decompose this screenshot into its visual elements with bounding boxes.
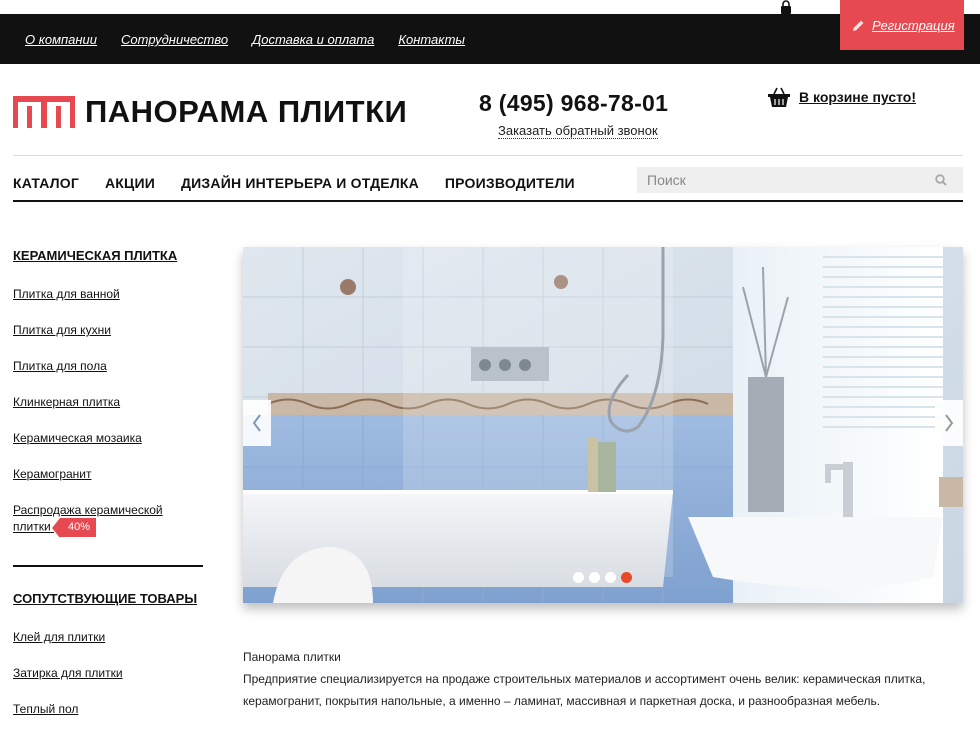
login-link[interactable]: Вход: [779, 0, 826, 14]
bathroom-slide-image: [243, 247, 963, 603]
search-input[interactable]: [637, 167, 963, 193]
slider-pagination: [573, 572, 632, 583]
sidebar-item-mosaic[interactable]: Керамическая мозаика: [13, 431, 208, 446]
discount-badge: 40%: [51, 518, 97, 538]
nav-promotions[interactable]: АКЦИИ: [105, 175, 155, 191]
slider-next-button[interactable]: [935, 400, 963, 446]
sidebar-item-tile-adhesive[interactable]: Клей для плитки: [13, 630, 208, 645]
sale-line-2: плитки: [13, 519, 51, 534]
sidebar-item-bathroom-tiles[interactable]: Плитка для ванной: [13, 287, 208, 302]
top-nav-partnership[interactable]: Сотрудничество: [121, 32, 228, 47]
chevron-right-icon: [945, 414, 954, 432]
sidebar-title-ceramic-tiles[interactable]: КЕРАМИЧЕСКАЯ ПЛИТКА: [13, 248, 208, 263]
sidebar-item-porcelain[interactable]: Керамогранит: [13, 467, 208, 482]
image-slider[interactable]: [243, 247, 963, 603]
sidebar: КЕРАМИЧЕСКАЯ ПЛИТКА Плитка для ванной Пл…: [13, 248, 208, 733]
sidebar-item-kitchen-tiles[interactable]: Плитка для кухни: [13, 323, 208, 338]
header-divider: [13, 155, 963, 156]
sidebar-item-floor-tiles[interactable]: Плитка для пола: [13, 359, 208, 374]
sidebar-divider: [13, 565, 203, 567]
slider-dot-3[interactable]: [605, 572, 616, 583]
about-text: Предприятие специализируется на продаже …: [243, 672, 926, 708]
sidebar-item-clinker-tiles[interactable]: Клинкерная плитка: [13, 395, 208, 410]
logo-text: ПАНОРАМА ПЛИТКИ: [85, 94, 408, 129]
search-box: [637, 167, 963, 193]
top-nav: О компании Сотрудничество Доставка и опл…: [25, 32, 489, 47]
about-title: Панорама плитки: [243, 650, 341, 664]
top-nav-delivery[interactable]: Доставка и оплата: [252, 32, 374, 47]
logo-mark-icon: [13, 96, 75, 128]
nav-interior-design[interactable]: ДИЗАЙН ИНТЕРЬЕРА И ОТДЕЛКА: [181, 175, 419, 191]
top-nav-about[interactable]: О компании: [25, 32, 97, 47]
top-bar: О компании Сотрудничество Доставка и опл…: [0, 14, 980, 64]
search-icon[interactable]: [935, 174, 947, 186]
nav-divider: [13, 200, 963, 202]
cart-status: В корзине пусто!: [799, 89, 917, 105]
lock-icon: [781, 0, 791, 14]
pencil-icon: [853, 20, 864, 31]
sale-line-1: Распродажа керамической: [13, 503, 163, 517]
sidebar-title-related-goods[interactable]: СОПУТСТВУЮЩИЕ ТОВАРЫ: [13, 591, 208, 606]
sidebar-item-grout[interactable]: Затирка для плитки: [13, 666, 208, 681]
login-label[interactable]: Вход: [799, 0, 826, 14]
slider-dot-2[interactable]: [589, 572, 600, 583]
about-section: Панорама плитки Предприятие специализиру…: [243, 646, 963, 712]
callback-link[interactable]: Заказать обратный звонок: [498, 123, 658, 139]
slider-dot-1[interactable]: [573, 572, 584, 583]
slider-dot-4[interactable]: [621, 572, 632, 583]
basket-icon: [768, 87, 790, 107]
site-logo[interactable]: ПАНОРАМА ПЛИТКИ: [13, 94, 407, 130]
sidebar-item-sale[interactable]: Распродажа керамической плитки 40%: [13, 503, 208, 538]
main-nav: КАТАЛОГ АКЦИИ ДИЗАЙН ИНТЕРЬЕРА И ОТДЕЛКА…: [13, 175, 601, 191]
nav-manufacturers[interactable]: ПРОИЗВОДИТЕЛИ: [445, 175, 575, 191]
chevron-left-icon: [252, 414, 261, 432]
register-button[interactable]: Регистрация: [840, 0, 964, 50]
phone-number: 8 (495) 968-78-01: [479, 90, 669, 116]
sidebar-item-warm-floor[interactable]: Теплый пол: [13, 702, 208, 717]
slider-prev-button[interactable]: [243, 400, 271, 446]
cart-link[interactable]: В корзине пусто!: [767, 86, 916, 108]
top-nav-contacts[interactable]: Контакты: [398, 32, 465, 47]
register-label: Регистрация: [872, 17, 955, 33]
nav-catalog[interactable]: КАТАЛОГ: [13, 175, 79, 191]
